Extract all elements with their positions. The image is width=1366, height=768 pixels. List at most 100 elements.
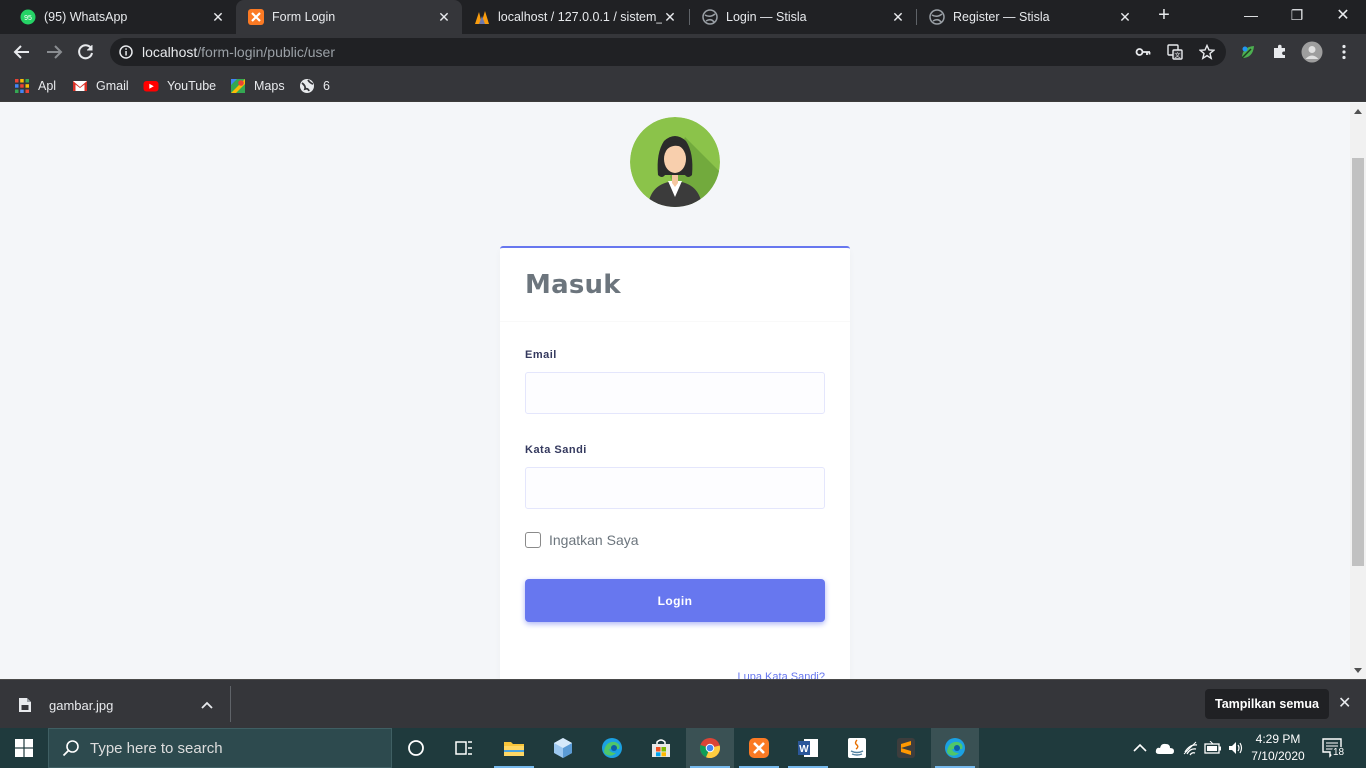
info-icon[interactable]: [119, 45, 133, 59]
forward-button[interactable]: [40, 38, 68, 66]
clock-date: 7/10/2020: [1251, 749, 1305, 763]
tab-label: Register — Stisla: [953, 10, 1050, 24]
tab-close-icon[interactable]: ✕: [890, 9, 906, 26]
scroll-up-arrow-icon[interactable]: [1354, 109, 1362, 114]
tab-register-stisla[interactable]: Register — Stisla ✕: [917, 0, 1143, 34]
address-bar[interactable]: localhost/form-login/public/user 文: [110, 38, 1226, 66]
page-scrollbar[interactable]: [1350, 103, 1366, 679]
download-item[interactable]: gambar.jpg: [18, 693, 213, 717]
tab-label: Login — Stisla: [726, 10, 807, 24]
wifi-icon[interactable]: [1182, 740, 1198, 756]
remember-me-checkbox[interactable]: [525, 532, 541, 548]
bookmark-6[interactable]: 6: [299, 77, 330, 95]
svg-text:W: W: [799, 744, 809, 755]
kebab-menu-icon: [1342, 44, 1346, 60]
word-button[interactable]: W: [784, 728, 832, 768]
whatsapp-icon: 95: [20, 9, 36, 25]
profile-avatar-icon: [1301, 41, 1323, 63]
task-view-button[interactable]: [440, 728, 488, 768]
tab-label: localhost / 127.0.0.1 / sistem_lo: [498, 10, 662, 24]
bookmark-label: YouTube: [167, 79, 217, 93]
profile-button[interactable]: [1298, 38, 1326, 66]
tab-close-icon[interactable]: ✕: [662, 9, 678, 26]
key-icon[interactable]: [1135, 44, 1151, 60]
sublime-button[interactable]: [882, 728, 930, 768]
taskbar-search-box[interactable]: Type here to search: [48, 728, 392, 768]
start-button[interactable]: [0, 728, 48, 768]
close-window-button[interactable]: ✕: [1320, 0, 1366, 30]
task-view-icon: [455, 741, 472, 755]
apps-grid-icon: [15, 79, 29, 93]
user-avatar: [630, 117, 720, 207]
extension-button[interactable]: [1234, 38, 1262, 66]
cube-icon: [554, 738, 572, 758]
show-all-downloads-button[interactable]: Tampilkan semua: [1205, 689, 1329, 719]
tab-login-stisla[interactable]: Login — Stisla ✕: [690, 0, 916, 34]
xampp-icon: [749, 738, 769, 758]
cortana-circle-icon: [408, 740, 424, 756]
tab-whatsapp[interactable]: 95 (95) WhatsApp ✕: [0, 0, 236, 34]
bookmark-maps[interactable]: Maps: [230, 77, 285, 95]
restore-button[interactable]: ❐: [1274, 0, 1320, 30]
email-field[interactable]: [525, 372, 825, 414]
bookmark-label: Apl: [38, 79, 57, 93]
back-button[interactable]: [8, 38, 36, 66]
xampp-button[interactable]: [735, 728, 783, 768]
chrome-menu-button[interactable]: [1330, 38, 1358, 66]
volume-icon[interactable]: [1228, 740, 1244, 756]
scrollbar-thumb[interactable]: [1352, 158, 1364, 566]
puzzle-icon: [1274, 44, 1285, 58]
edge-button[interactable]: [588, 728, 636, 768]
cortana-button[interactable]: [392, 728, 440, 768]
file-icon: [19, 698, 31, 712]
bookmark-apps[interactable]: Apl: [14, 77, 56, 95]
login-card: Masuk Email Kata Sandi Ingatkan Saya Log…: [500, 246, 850, 679]
download-file-name: gambar.jpg: [49, 697, 114, 713]
tab-form-login[interactable]: Form Login ✕: [236, 0, 462, 34]
forgot-password-link[interactable]: Lupa Kata Sandi?: [738, 671, 825, 679]
scroll-down-arrow-icon[interactable]: [1354, 668, 1362, 673]
bookmark-star-icon[interactable]: [1199, 44, 1215, 60]
close-download-bar-icon[interactable]: ✕: [1338, 693, 1351, 713]
java-button[interactable]: [833, 728, 881, 768]
folder-icon: [504, 742, 524, 756]
extension-leaf-icon: [1241, 46, 1254, 59]
email-label: Email: [525, 349, 557, 361]
remember-me-label[interactable]: Ingatkan Saya: [549, 532, 639, 548]
extensions-menu-button[interactable]: [1266, 38, 1294, 66]
store-bag-icon: [652, 739, 670, 757]
notification-count-badge: 18: [1331, 747, 1347, 759]
tab-close-icon[interactable]: ✕: [1117, 9, 1133, 26]
chevron-up-icon[interactable]: [201, 701, 213, 709]
battery-icon[interactable]: [1204, 741, 1222, 755]
chrome-button[interactable]: [686, 728, 734, 768]
tab-label: Form Login: [272, 10, 336, 24]
store-button[interactable]: [637, 728, 685, 768]
action-center-button[interactable]: 18: [1322, 738, 1347, 759]
edge-icon: [602, 738, 622, 758]
bookmarks-bar: Apl Gmail YouTube Maps 6: [0, 70, 1366, 102]
clock[interactable]: 4:29 PM 7/10/2020: [1248, 731, 1308, 765]
tab-close-icon[interactable]: ✕: [436, 9, 452, 26]
bookmark-youtube[interactable]: YouTube: [143, 77, 216, 95]
download-divider: [230, 686, 231, 722]
bookmark-label: 6: [323, 79, 330, 93]
onedrive-cloud-icon[interactable]: [1155, 741, 1175, 755]
tab-phpmyadmin[interactable]: localhost / 127.0.0.1 / sistem_lo ✕: [462, 0, 688, 34]
password-field[interactable]: [525, 467, 825, 509]
edge-beta-icon: [945, 738, 965, 758]
browser-toolbar: localhost/form-login/public/user 文: [0, 34, 1366, 70]
minimize-button[interactable]: —: [1228, 0, 1274, 30]
edge-beta-button[interactable]: [931, 728, 979, 768]
login-button[interactable]: Login: [525, 579, 825, 622]
globe-icon: [702, 9, 718, 25]
reload-button[interactable]: [72, 38, 100, 66]
bookmark-gmail[interactable]: Gmail: [72, 77, 129, 95]
chevron-up-icon[interactable]: [1133, 743, 1147, 753]
file-explorer-button[interactable]: [490, 728, 538, 768]
virtualbox-button[interactable]: [539, 728, 587, 768]
windows-taskbar: Type here to search W 4:29 PM 7/10/2020 …: [0, 728, 1366, 768]
tab-close-icon[interactable]: ✕: [210, 9, 226, 26]
translate-icon[interactable]: 文: [1167, 44, 1183, 60]
new-tab-button[interactable]: +: [1149, 0, 1179, 30]
